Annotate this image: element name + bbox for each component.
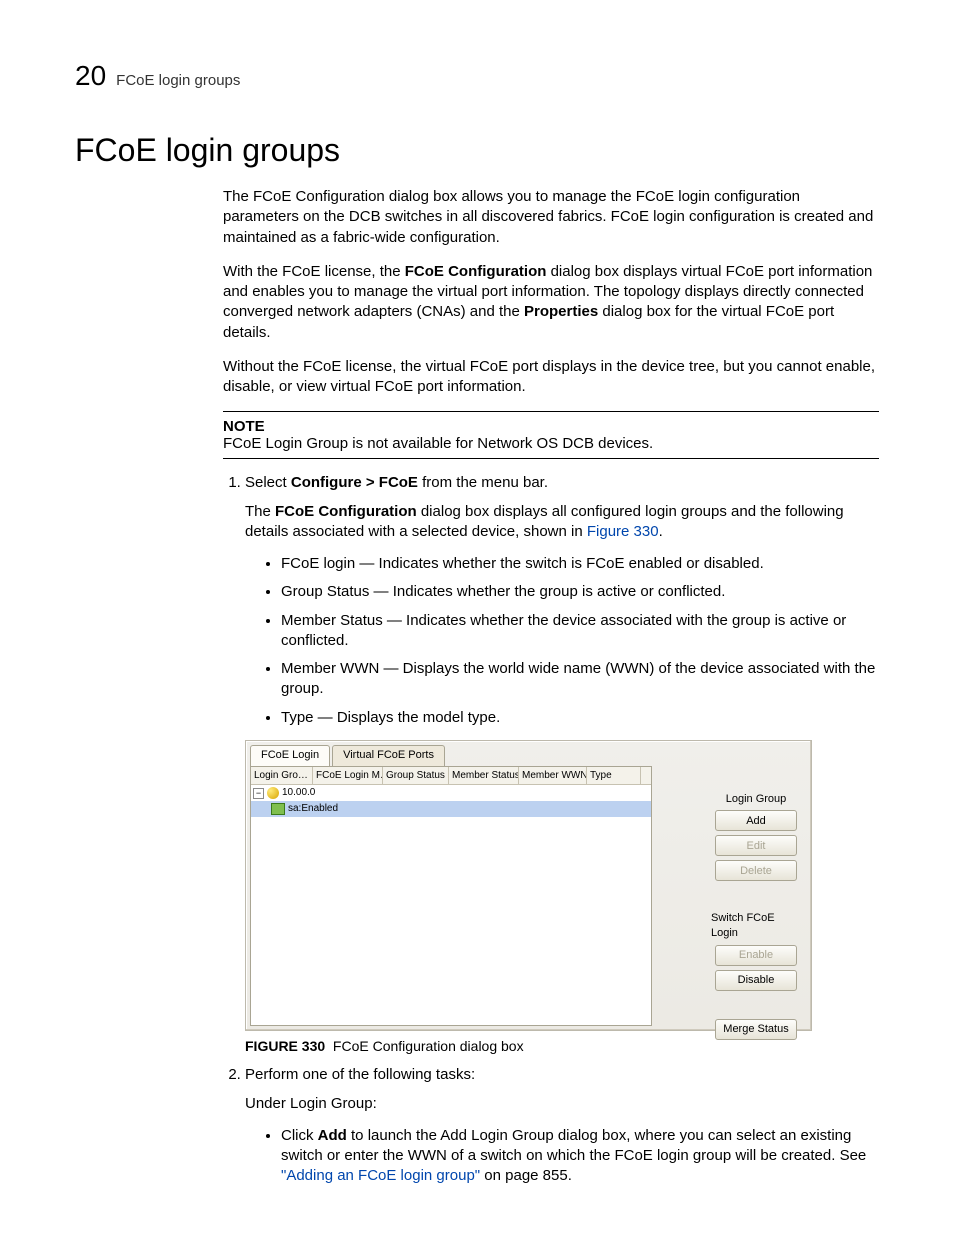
intro-paragraph-3: Without the FCoE license, the virtual FC… (223, 357, 879, 398)
fabric-icon (267, 787, 279, 799)
section-title: FCoE login groups (75, 132, 879, 169)
login-group-label: Login Group (726, 792, 787, 807)
note-text: FCoE Login Group is not available for Ne… (223, 435, 653, 452)
bullet-member-status: Member Status — Indicates whether the de… (281, 611, 879, 652)
col-type[interactable]: Type (587, 767, 641, 785)
edit-button[interactable]: Edit (715, 835, 797, 856)
intro-paragraph-2: With the FCoE license, the FCoE Configur… (223, 262, 879, 343)
tree-root-label: 10.00.0 (282, 786, 315, 800)
switch-icon (271, 803, 285, 815)
note-label: NOTE (223, 418, 879, 435)
intro-paragraph-1: The FCoE Configuration dialog box allows… (223, 187, 879, 248)
tree-child-row[interactable]: sa: Enabled (251, 801, 651, 817)
running-header: 20 FCoE login groups (75, 60, 879, 92)
step-2-bullet-add: Click Add to launch the Add Login Group … (281, 1126, 879, 1187)
col-member-status[interactable]: Member Status (449, 767, 519, 785)
step-1-bullets: FCoE login — Indicates whether the switc… (245, 554, 879, 728)
merge-status-button[interactable]: Merge Status (715, 1019, 797, 1040)
step-1: Select Configure > FCoE from the menu ba… (245, 473, 879, 1055)
disable-button[interactable]: Disable (715, 970, 797, 991)
fcoe-configuration-dialog: FCoE Login Virtual FCoE Ports Login Gro…… (245, 740, 812, 1031)
tree-child-value: Enabled (301, 802, 338, 816)
chapter-number: 20 (75, 60, 106, 92)
step-2-subhead: Under Login Group: (245, 1094, 879, 1114)
col-group-status[interactable]: Group Status (383, 767, 449, 785)
step-2: Perform one of the following tasks: Unde… (245, 1065, 879, 1186)
bullet-fcoe-login: FCoE login — Indicates whether the switc… (281, 554, 879, 574)
tab-virtual-fcoe-ports[interactable]: Virtual FCoE Ports (332, 745, 445, 766)
bullet-type: Type — Displays the model type. (281, 708, 879, 728)
note-block: NOTE FCoE Login Group is not available f… (223, 411, 879, 459)
switch-fcoe-login-label: Switch FCoE Login (711, 911, 801, 941)
figure-link-330[interactable]: Figure 330 (587, 523, 659, 540)
col-member-wwn[interactable]: Member WWN (519, 767, 587, 785)
tree-collapse-icon[interactable]: − (253, 788, 264, 799)
col-login-group[interactable]: Login Gro… (251, 767, 313, 785)
bullet-group-status: Group Status — Indicates whether the gro… (281, 582, 879, 602)
login-groups-table[interactable]: Login Gro… FCoE Login M… Group Status Me… (250, 766, 652, 1026)
step-1-detail: The FCoE Configuration dialog box displa… (245, 502, 879, 543)
xref-adding-fcoe-login-group[interactable]: "Adding an FCoE login group" (281, 1167, 480, 1184)
add-button[interactable]: Add (715, 810, 797, 831)
enable-button[interactable]: Enable (715, 945, 797, 966)
tree-child-prefix: sa: (288, 802, 301, 816)
table-header-row: Login Gro… FCoE Login M… Group Status Me… (251, 767, 651, 786)
tab-fcoe-login[interactable]: FCoE Login (250, 745, 330, 766)
delete-button[interactable]: Delete (715, 860, 797, 881)
col-fcoe-login-m[interactable]: FCoE Login M… (313, 767, 383, 785)
running-header-title: FCoE login groups (116, 72, 240, 89)
tree-root-row[interactable]: − 10.00.0 (251, 785, 651, 801)
bullet-member-wwn: Member WWN — Displays the world wide nam… (281, 659, 879, 700)
